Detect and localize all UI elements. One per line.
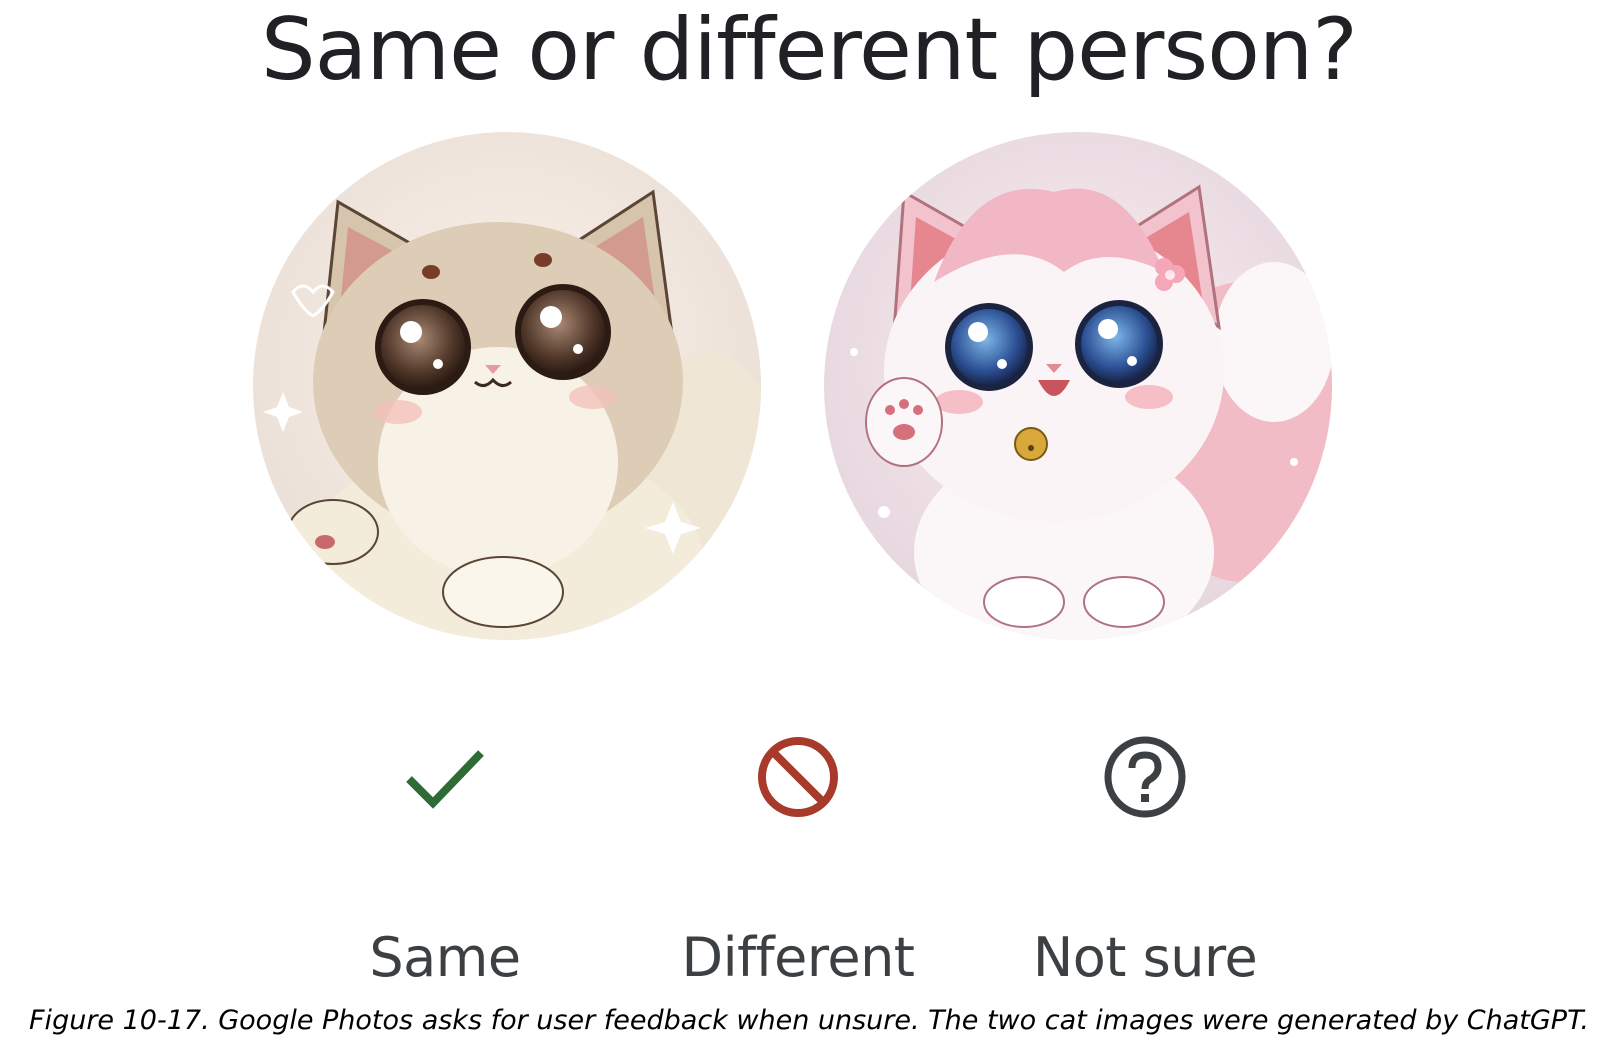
same-button[interactable]: Same [285,0,605,1000]
check-icon [406,750,484,809]
help-circle-icon [1104,736,1186,818]
same-label: Same [369,926,521,989]
prohibited-icon [758,737,838,817]
different-label: Different [681,926,915,989]
figure-caption: Figure 10-17. Google Photos asks for use… [29,1005,1589,1036]
not-sure-button[interactable]: Not sure [985,0,1305,1000]
different-button[interactable]: Different [638,0,958,1000]
not-sure-label: Not sure [1032,926,1258,989]
